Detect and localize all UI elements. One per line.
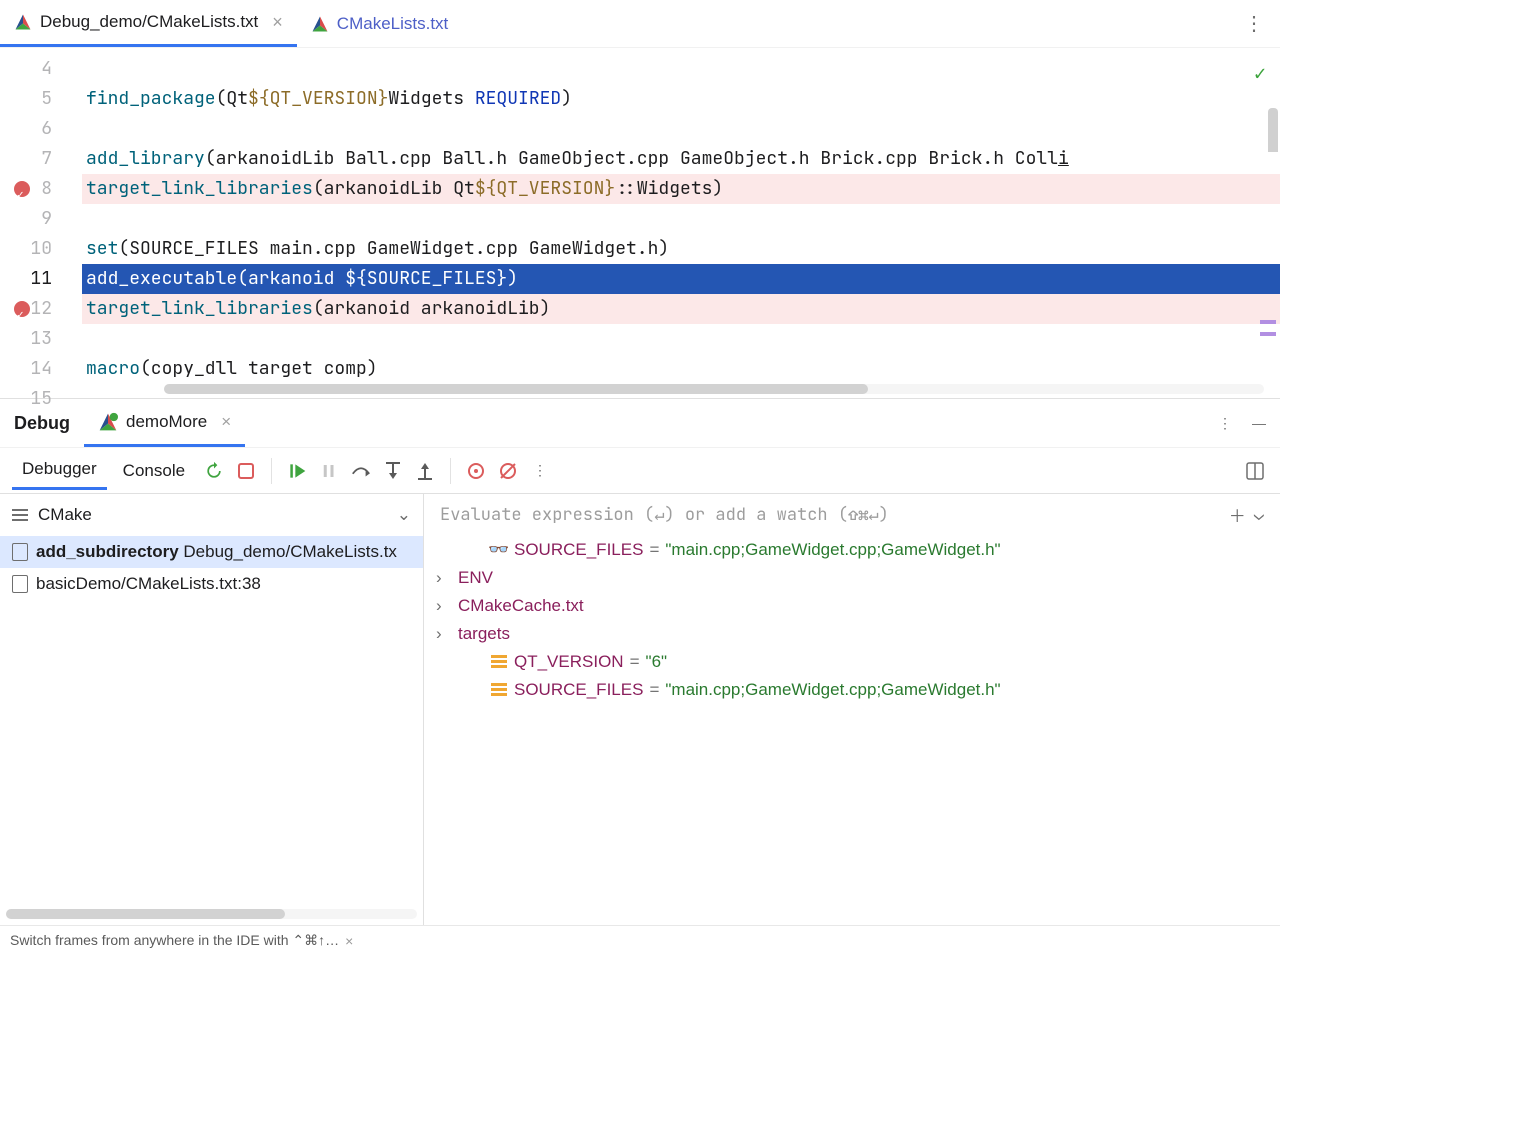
pause-icon[interactable]: [316, 458, 342, 484]
frame-location: Debug_demo/CMakeLists.tx: [183, 542, 397, 561]
close-icon[interactable]: ×: [221, 412, 231, 432]
line-number: 4: [0, 54, 82, 84]
variable-row[interactable]: › ENV: [424, 564, 1280, 592]
step-out-icon[interactable]: [412, 458, 438, 484]
variable-name: ENV: [458, 568, 493, 588]
variable-value: "main.cpp;GameWidget.cpp;GameWidget.h": [665, 540, 1000, 560]
editor-marker: [1260, 320, 1276, 324]
variable-row[interactable]: SOURCE_FILES = "main.cpp;GameWidget.cpp;…: [424, 676, 1280, 704]
evaluate-placeholder: Evaluate expression (↵) or add a watch (…: [440, 504, 889, 526]
expand-icon[interactable]: ›: [436, 596, 452, 616]
stack-var-icon: [490, 683, 508, 697]
line-number: 15: [0, 384, 82, 414]
variables-expression-input[interactable]: Evaluate expression (↵) or add a watch (…: [424, 494, 1280, 536]
chevron-down-icon[interactable]: ⌄: [1254, 504, 1264, 526]
run-config-label: demoMore: [126, 412, 207, 432]
frame-function-name: add_subdirectory: [36, 542, 179, 561]
status-tip: Switch frames from anywhere in the IDE w…: [10, 932, 339, 949]
variable-name: CMakeCache.txt: [458, 596, 584, 616]
mute-breakpoints-icon[interactable]: [495, 458, 521, 484]
variable-eq: =: [630, 652, 640, 672]
cmake-icon: [311, 15, 329, 33]
debug-title: Debug: [14, 413, 70, 434]
variable-row[interactable]: › targets: [424, 620, 1280, 648]
debug-panel-header: Debug demoMore × ⋮ —: [0, 398, 1280, 448]
step-over-icon[interactable]: [348, 458, 374, 484]
editor-scrollbar-horizontal[interactable]: [164, 384, 1264, 394]
line-number: 10: [0, 234, 82, 264]
stack-var-icon: [490, 655, 508, 669]
editor-area: 4 5 6 7 8 9 10 11 12 13 14 15 find_packa…: [0, 48, 1280, 398]
toolbar-more-icon[interactable]: ⋮: [527, 458, 553, 484]
frame-row[interactable]: basicDemo/CMakeLists.txt:38: [0, 568, 423, 600]
line-number: 12: [0, 294, 82, 324]
breakpoint-icon[interactable]: [14, 181, 30, 197]
stack-icon: [12, 508, 28, 522]
variable-name: SOURCE_FILES: [514, 540, 643, 560]
resume-icon[interactable]: [284, 458, 310, 484]
status-bar: Switch frames from anywhere in the IDE w…: [0, 925, 1280, 955]
line-number: 14: [0, 354, 82, 384]
editor-code[interactable]: find_package(Qt${QT_VERSION}Widgets REQU…: [82, 48, 1280, 398]
editor-gutter: 4 5 6 7 8 9 10 11 12 13 14 15: [0, 48, 82, 398]
tab-label: CMakeLists.txt: [337, 14, 448, 34]
line-number: 8: [0, 174, 82, 204]
breakpoint-icon[interactable]: [14, 301, 30, 317]
variable-name: SOURCE_FILES: [514, 680, 643, 700]
line-number: 13: [0, 324, 82, 354]
view-breakpoints-icon[interactable]: [463, 458, 489, 484]
debug-body: CMake ⌄ add_subdirectory Debug_demo/CMak…: [0, 494, 1280, 925]
editor-marker: [1260, 332, 1276, 336]
tab-cmakelists[interactable]: CMakeLists.txt: [297, 0, 462, 47]
variables-panel: Evaluate expression (↵) or add a watch (…: [424, 494, 1280, 925]
expand-icon[interactable]: ›: [436, 568, 452, 588]
editor-minimap[interactable]: [1268, 108, 1278, 188]
layout-settings-icon[interactable]: [1242, 458, 1268, 484]
variable-value: "6": [646, 652, 668, 672]
debug-more-icon[interactable]: ⋮: [1218, 415, 1232, 432]
add-watch-icon[interactable]: ＋: [1229, 502, 1246, 528]
variable-row[interactable]: › CMakeCache.txt: [424, 592, 1280, 620]
frames-dropdown-label: CMake: [38, 505, 92, 525]
variable-eq: =: [649, 540, 659, 560]
tab-console[interactable]: Console: [113, 453, 195, 489]
line-number: 11: [0, 264, 82, 294]
tab-debugger[interactable]: Debugger: [12, 451, 107, 490]
line-number: 9: [0, 204, 82, 234]
close-icon[interactable]: ×: [272, 12, 283, 33]
rerun-icon[interactable]: [201, 458, 227, 484]
variable-row[interactable]: 👓 SOURCE_FILES = "main.cpp;GameWidget.cp…: [424, 536, 1280, 564]
file-icon: [12, 575, 28, 593]
variable-eq: =: [649, 680, 659, 700]
close-tip-icon[interactable]: ×: [345, 933, 353, 949]
chevron-down-icon: ⌄: [397, 505, 411, 525]
tabs-more-icon[interactable]: ⋮: [1228, 11, 1280, 36]
frames-scrollbar-horizontal[interactable]: [6, 909, 417, 919]
frames-thread-dropdown[interactable]: CMake ⌄: [0, 494, 423, 536]
cmake-run-icon: [98, 412, 118, 432]
frames-panel: CMake ⌄ add_subdirectory Debug_demo/CMak…: [0, 494, 424, 925]
editor-tabs-bar: Debug_demo/CMakeLists.txt × CMakeLists.t…: [0, 0, 1280, 48]
variable-row[interactable]: QT_VERSION = "6": [424, 648, 1280, 676]
file-icon: [12, 543, 28, 561]
stop-icon[interactable]: [233, 458, 259, 484]
frame-row[interactable]: add_subdirectory Debug_demo/CMakeLists.t…: [0, 536, 423, 568]
line-number: 5: [0, 84, 82, 114]
minimize-icon[interactable]: —: [1252, 415, 1266, 431]
check-ok-icon: ✓: [1254, 58, 1266, 88]
debug-run-config-tab[interactable]: demoMore ×: [84, 399, 245, 447]
variable-value: "main.cpp;GameWidget.cpp;GameWidget.h": [665, 680, 1000, 700]
cmake-icon: [14, 13, 32, 31]
expand-icon[interactable]: ›: [436, 624, 452, 644]
frame-location: basicDemo/CMakeLists.txt:38: [36, 574, 261, 594]
variable-name: QT_VERSION: [514, 652, 624, 672]
line-number: 7: [0, 144, 82, 174]
tab-label: Debug_demo/CMakeLists.txt: [40, 12, 258, 32]
step-into-icon[interactable]: [380, 458, 406, 484]
variable-name: targets: [458, 624, 510, 644]
line-number: 6: [0, 114, 82, 144]
glasses-icon: 👓: [490, 540, 508, 560]
tab-debug-demo-cmakelists[interactable]: Debug_demo/CMakeLists.txt ×: [0, 0, 297, 47]
debug-toolbar: Debugger Console ⋮: [0, 448, 1280, 494]
